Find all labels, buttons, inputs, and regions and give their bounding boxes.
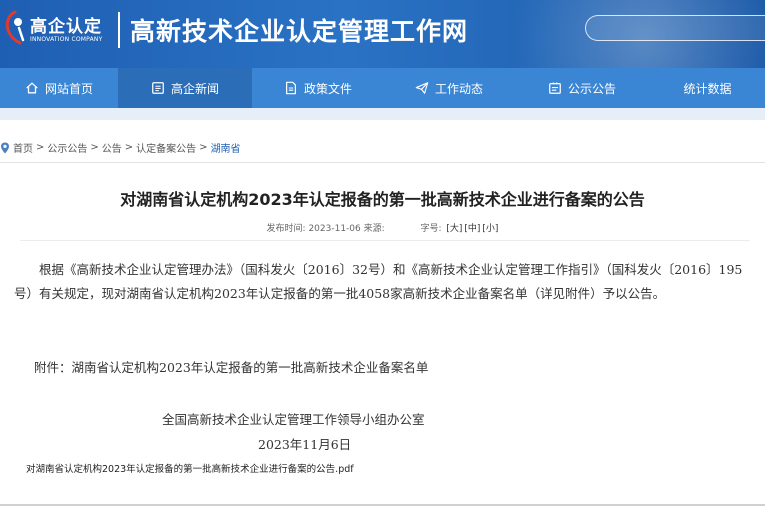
site-title: 高新技术企业认定管理工作网 <box>130 17 469 46</box>
document-icon <box>285 81 296 95</box>
font-size-medium-button[interactable]: [中] <box>464 224 480 234</box>
nav-item-label: 公示公告 <box>567 81 616 96</box>
logo-text: 高企认定 <box>30 17 102 37</box>
site-logo[interactable]: 高企认定 INNOVATION COMPANY <box>2 6 118 60</box>
logo-mark-icon <box>5 10 25 45</box>
publish-label: 发布时间: <box>266 224 306 234</box>
nav-item-home[interactable]: 网站首页 <box>0 68 118 108</box>
nav-item-work[interactable]: 工作动态 <box>384 68 514 108</box>
publish-date: 2023-11-06 <box>308 224 361 234</box>
breadcrumb-separator: > <box>199 142 208 153</box>
nav-shadow-stripe <box>0 108 765 120</box>
header-divider <box>118 12 120 48</box>
meta-divider <box>20 240 750 241</box>
logo-subtext: INNOVATION COMPANY <box>30 36 103 43</box>
article-meta: 发布时间: 2023-11-06 来源: 字号: [大] [中] [小] <box>0 221 765 234</box>
announcement-icon <box>549 82 561 94</box>
location-pin-icon <box>1 142 9 153</box>
breadcrumb-divider <box>0 162 765 163</box>
nav-item-news[interactable]: 高企新闻 <box>118 68 252 108</box>
breadcrumb-item[interactable]: 公示公告 <box>47 140 87 155</box>
nav-item-announcement[interactable]: 公示公告 <box>514 68 650 108</box>
nav-item-label: 工作动态 <box>434 81 483 96</box>
footer-divider <box>0 504 765 506</box>
paper-plane-icon <box>415 82 429 94</box>
nav-item-label: 政策文件 <box>303 81 352 96</box>
nav-item-statistics[interactable]: 统计数据 <box>650 68 765 108</box>
main-nav: 网站首页 高企新闻 政策文件 工作动态 公示公告 统计数据 <box>0 68 765 108</box>
breadcrumb-item[interactable]: 认定备案公告 <box>136 140 196 155</box>
font-size-label: 字号: <box>420 224 442 234</box>
nav-item-label: 高企新闻 <box>170 81 219 96</box>
article-title: 对湖南省认定机构2023年认定报备的第一批高新技术企业进行备案的公告 <box>120 190 645 209</box>
news-icon <box>152 82 164 94</box>
font-size-large-button[interactable]: [大] <box>446 224 462 234</box>
font-size-small-button[interactable]: [小] <box>482 224 498 234</box>
breadcrumb-home[interactable]: 首页 <box>13 140 33 155</box>
breadcrumb-separator: > <box>90 142 99 153</box>
signature: 全国高新技术企业认定管理工作领导小组办公室 <box>162 412 425 427</box>
search-input[interactable] <box>585 15 765 41</box>
home-icon <box>26 82 38 94</box>
breadcrumb-current[interactable]: 湖南省 <box>211 140 241 155</box>
breadcrumb-separator: > <box>124 142 134 153</box>
site-header: 高企认定 INNOVATION COMPANY 高新技术企业认定管理工作网 <box>0 0 765 68</box>
nav-item-label: 统计数据 <box>683 81 732 96</box>
breadcrumb-item[interactable]: 公告 <box>102 140 122 155</box>
signature-date: 2023年11月6日 <box>258 437 352 452</box>
nav-item-policy[interactable]: 政策文件 <box>252 68 384 108</box>
breadcrumb: 首页 > 公示公告 > 公告 > 认定备案公告 > 湖南省 <box>0 140 241 155</box>
nav-item-label: 网站首页 <box>44 81 93 96</box>
article-body: 根据《高新技术企业认定管理办法》（国科发火〔2016〕32号）和《高新技术企业认… <box>14 262 743 301</box>
breadcrumb-separator: > <box>36 142 45 153</box>
source-label: 来源: <box>363 224 385 234</box>
attachment-line: 附件：湖南省认定机构2023年认定报备的第一批高新技术企业备案名单 <box>34 360 429 375</box>
pdf-attachment-link[interactable]: 对湖南省认定机构2023年认定报备的第一批高新技术企业进行备案的公告.pdf <box>26 461 354 475</box>
